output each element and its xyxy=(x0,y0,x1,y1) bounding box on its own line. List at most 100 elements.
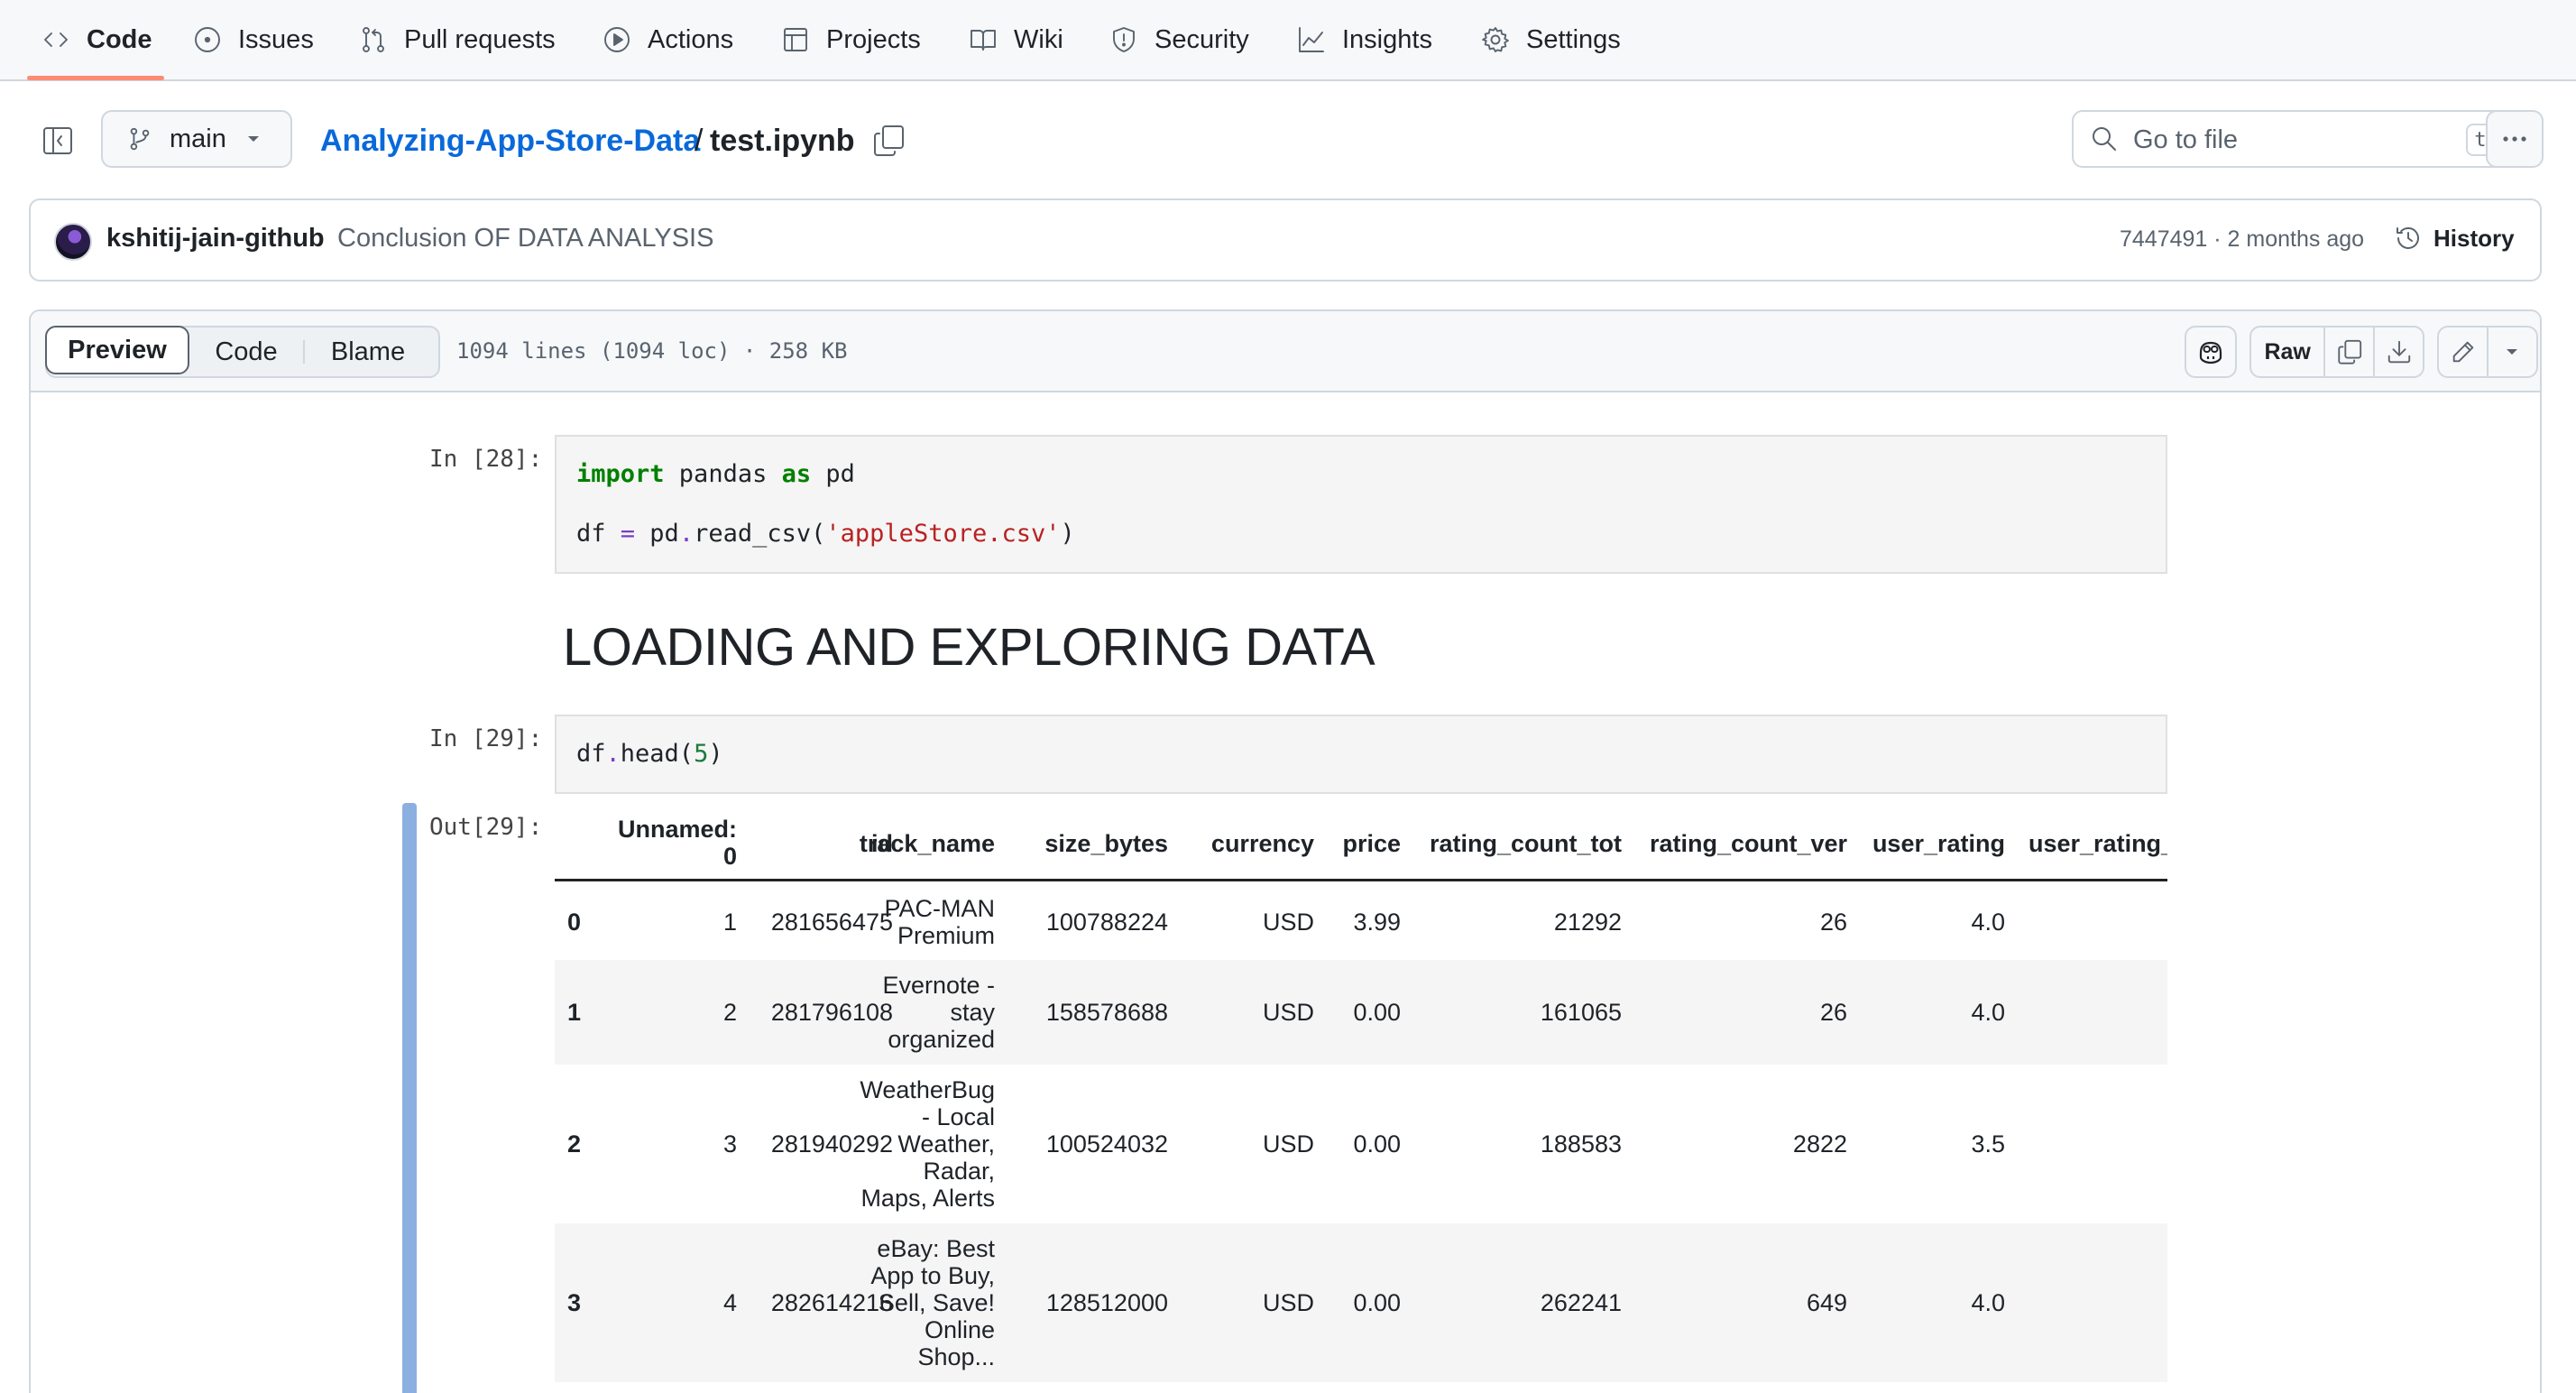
copy-icon xyxy=(2338,339,2361,364)
table-cell: 3.99 xyxy=(1353,909,1401,936)
history-button[interactable]: History xyxy=(2394,224,2515,253)
code-token: pandas xyxy=(664,460,782,488)
tab-security-label: Security xyxy=(1155,24,1249,54)
tab-pull-requests[interactable]: Pull requests xyxy=(359,0,556,79)
code-token: = xyxy=(620,520,636,548)
output-collapse-bar[interactable] xyxy=(402,803,417,1393)
tab-insights-label: Insights xyxy=(1342,24,1432,54)
graph-icon xyxy=(1299,27,1324,52)
table-cell: 4.0 xyxy=(1971,909,2005,936)
tab-settings[interactable]: Settings xyxy=(1481,0,1621,79)
cell-text-line: 3.99 xyxy=(1353,909,1401,936)
code-cell[interactable]: import pandas as pd df = pd.read_csv('ap… xyxy=(555,435,2167,574)
code-token: import xyxy=(576,460,665,488)
table-cell: eBay: Best App to Buy, Sell, Save! Online Sh… xyxy=(842,1235,995,1370)
code-cell[interactable]: df.head(5) xyxy=(555,715,2167,794)
edit-button-group xyxy=(2437,326,2538,378)
history-label: History xyxy=(2433,224,2515,252)
cell-text-line: Sell, Save! xyxy=(878,1289,995,1316)
cell-text-line: Shop... xyxy=(917,1343,995,1370)
cell-text-line: 4 xyxy=(722,1289,737,1316)
table-cell: USD xyxy=(1263,999,1314,1026)
play-icon xyxy=(604,27,630,52)
cell-text-line: 262241 xyxy=(1540,1289,1622,1316)
cell-text-line: 100788224 xyxy=(1045,909,1168,936)
raw-button[interactable]: Raw xyxy=(2251,327,2323,376)
download-icon xyxy=(2387,340,2410,364)
tab-wiki-label: Wiki xyxy=(1014,24,1063,54)
tab-code[interactable]: Code xyxy=(41,0,152,79)
edit-file-button[interactable] xyxy=(2439,327,2487,376)
cell-text-line: Radar, xyxy=(923,1158,995,1185)
chevron-down-icon xyxy=(2507,349,2518,355)
download-raw-button[interactable] xyxy=(2375,327,2423,376)
tab-issues-label: Issues xyxy=(238,24,314,54)
copilot-button[interactable] xyxy=(2185,326,2237,378)
active-tab-underline xyxy=(27,76,164,80)
cell-text-line: Premium xyxy=(897,922,995,949)
cell-text-line: 4.0 xyxy=(1971,1289,2005,1316)
table-cell: 0.00 xyxy=(1353,999,1401,1026)
table-cell: 188583 xyxy=(1541,1130,1622,1158)
repo-nav: Code Issues Pull requests Actions Projec… xyxy=(0,0,2576,81)
tab-code-view[interactable]: Code xyxy=(189,327,303,376)
column-header: price xyxy=(1342,830,1401,857)
tab-blame[interactable]: Blame xyxy=(305,327,431,376)
copy-raw-button[interactable] xyxy=(2325,327,2373,376)
file-line-count-and-size: 1094 lines (1094 loc) · 258 KB xyxy=(456,338,848,364)
code-line: import pandas as pd xyxy=(576,460,855,488)
tab-security[interactable]: Security xyxy=(1109,0,1249,79)
column-header: user_rating_ xyxy=(2029,830,2167,857)
cell-text-line: - Local xyxy=(921,1103,995,1130)
tab-actions[interactable]: Actions xyxy=(603,0,733,79)
table-cell: 3.5 xyxy=(1971,1130,2005,1158)
view-mode-segmented-control: Preview Code Blame xyxy=(45,326,440,378)
table-cell: 0.00 xyxy=(1353,1289,1401,1316)
cell-text-line: USD xyxy=(1262,909,1314,936)
table-cell: 2822 xyxy=(1793,1130,1847,1158)
column-header: size_bytes xyxy=(1044,830,1168,857)
file-toolbar: Preview Code Blame 1094 lines (1094 loc)… xyxy=(31,311,2540,392)
row-index: 1 xyxy=(567,999,582,1026)
cell-text-line: 1 xyxy=(722,909,737,936)
cell-text-line: App to Buy, xyxy=(870,1262,995,1289)
table-cell: 649 xyxy=(1807,1289,1847,1316)
sidebar-toggle-button[interactable] xyxy=(41,125,74,157)
commit-hash-and-date[interactable]: 7447491 · 2 months ago xyxy=(2120,226,2364,253)
tab-wiki[interactable]: Wiki xyxy=(969,0,1063,79)
code-token: ) xyxy=(708,740,723,768)
branch-name: main xyxy=(170,124,226,153)
code-token: as xyxy=(781,460,812,488)
search-placeholder: Go to file xyxy=(2133,125,2239,154)
tab-preview[interactable]: Preview xyxy=(45,326,189,374)
tab-issues[interactable]: Issues xyxy=(193,0,314,79)
copilot-icon xyxy=(2199,341,2222,364)
table-cell: 128512000 xyxy=(1046,1289,1168,1316)
branch-select-button[interactable]: main xyxy=(101,110,292,168)
raw-copy-download-group: Raw xyxy=(2249,326,2424,378)
more-options-button[interactable] xyxy=(2486,110,2544,168)
cell-text-line: 3 xyxy=(722,1130,737,1158)
cell-text-line: 21292 xyxy=(1553,909,1622,936)
code-token: . xyxy=(605,740,621,768)
code-token: pd xyxy=(635,520,679,548)
commit-author-link[interactable]: kshitij-jain-github xyxy=(106,224,325,254)
tab-insights[interactable]: Insights xyxy=(1297,0,1432,79)
cell-text-line: USD xyxy=(1262,1130,1314,1158)
table-cell: 4.0 xyxy=(1971,999,2005,1026)
table-cell: 4.0 xyxy=(1971,1289,2005,1316)
table-cell: Evernote - stay organized xyxy=(842,972,995,1053)
copy-path-button[interactable] xyxy=(871,123,907,159)
edit-options-dropdown[interactable] xyxy=(2489,327,2536,376)
code-token: read_csv( xyxy=(694,520,826,548)
cell-text-line: 188583 xyxy=(1540,1130,1622,1158)
table-cell: WeatherBug - Local Weather, Radar, Maps, Ale… xyxy=(842,1076,995,1212)
code-token: 5 xyxy=(694,740,709,768)
cell-text-line: 0.00 xyxy=(1353,999,1401,1026)
tab-pull-requests-label: Pull requests xyxy=(404,24,556,54)
avatar[interactable] xyxy=(54,223,92,261)
commit-message-link[interactable]: Conclusion OF DATA ANALYSIS xyxy=(337,224,713,254)
breadcrumb-repo-link[interactable]: Analyzing-App-Store-Data xyxy=(320,119,700,162)
tab-projects[interactable]: Projects xyxy=(781,0,921,79)
go-to-file-search[interactable]: Go to file t xyxy=(2072,110,2509,168)
